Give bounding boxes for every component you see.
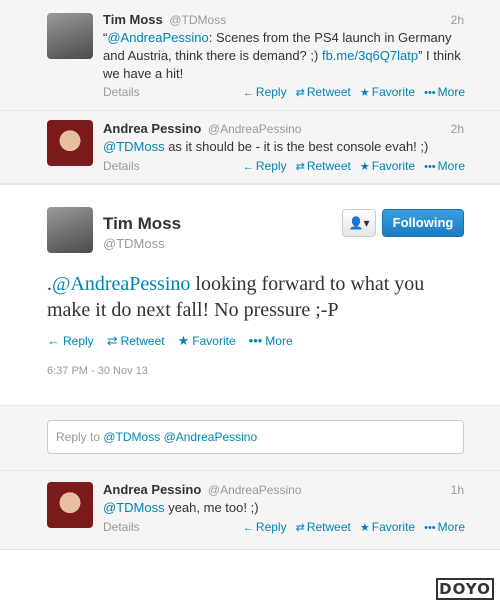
reply-label: Reply (255, 159, 287, 173)
tweet-item[interactable]: Tim Moss @TDMoss 2h “@AndreaPessino: Sce… (0, 0, 500, 111)
tweet-text: @TDMoss yeah, me too! ;) (103, 499, 463, 517)
tweet-text-body: yeah, me too! ;) (164, 500, 259, 515)
favorite-label: Favorite (371, 159, 416, 173)
favorite-button[interactable]: ★ Favorite (360, 520, 415, 534)
retweet-button[interactable]: ⇄ Retweet (296, 159, 351, 173)
tweet-item[interactable]: Andrea Pessino @AndreaPessino 2h @TDMoss… (0, 111, 500, 184)
more-button[interactable]: ••• More (424, 159, 465, 173)
tweet-actions: Details ← Reply ⇄ Retweet ★ Favorite ••• Mor… (103, 159, 465, 173)
watermark-logo: DOYO (436, 578, 494, 600)
user-icon: 👤 (348, 216, 364, 230)
tweet-author-handle[interactable]: @AndreaPessino (208, 483, 302, 497)
reply-button[interactable]: ← Reply (243, 159, 287, 173)
retweet-icon: ⇄ (106, 333, 118, 348)
reply-label: Reply (255, 85, 287, 99)
reply-mention: @TDMoss (103, 430, 161, 444)
retweet-label: Retweet (306, 520, 351, 534)
more-label: More (265, 334, 293, 348)
tweet-author-handle[interactable]: @AndreaPessino (208, 122, 302, 136)
tweet-author-handle[interactable]: @TDMoss (169, 13, 226, 27)
retweet-button[interactable]: ⇄ Retweet (107, 333, 165, 349)
more-label: More (437, 159, 465, 173)
retweet-label: Retweet (120, 334, 165, 348)
avatar[interactable] (47, 207, 93, 253)
reply-icon: ← (242, 522, 254, 534)
tweet-text: @TDMoss as it should be - it is the best… (103, 138, 463, 156)
retweet-button[interactable]: ⇄ Retweet (296, 520, 351, 534)
tweet-actions: Details ← Reply ⇄ Retweet ★ Favorite ••• Mor… (103, 85, 465, 99)
details-link[interactable]: Details (103, 520, 234, 534)
reply-placeholder: Reply to (56, 430, 104, 444)
expanded-tweet: Tim Moss @TDMoss 👤▾ Following .@AndreaPe… (0, 184, 500, 406)
more-dots-icon: ••• (424, 161, 436, 173)
retweet-icon: ⇄ (295, 522, 305, 534)
retweet-label: Retweet (306, 85, 351, 99)
tweet-time[interactable]: 2h (451, 122, 464, 136)
more-button[interactable]: ••• More (424, 85, 465, 99)
reply-icon: ← (47, 333, 60, 348)
tweet-author-name[interactable]: Tim Moss (103, 214, 181, 234)
star-icon: ★ (359, 87, 370, 99)
more-button[interactable]: ••• More (424, 520, 465, 534)
tweet-time[interactable]: 2h (451, 13, 464, 27)
reply-button[interactable]: ← Reply (47, 333, 94, 349)
favorite-label: Favorite (192, 334, 236, 348)
retweet-button[interactable]: ⇄ Retweet (296, 85, 351, 99)
tweet-time[interactable]: 1h (451, 483, 464, 497)
reply-label: Reply (63, 334, 94, 348)
tweet-timestamp[interactable]: 6:37 PM - 30 Nov 13 (47, 365, 148, 377)
favorite-label: Favorite (371, 520, 416, 534)
favorite-button[interactable]: ★ Favorite (360, 159, 415, 173)
tweet-author-name[interactable]: Andrea Pessino (103, 121, 201, 136)
reply-button[interactable]: ← Reply (243, 520, 287, 534)
star-icon: ★ (359, 161, 370, 173)
reply-icon: ← (242, 87, 254, 99)
avatar[interactable] (47, 120, 93, 166)
favorite-button[interactable]: ★ Favorite (360, 85, 415, 99)
reply-button[interactable]: ← Reply (243, 85, 287, 99)
retweet-icon: ⇄ (295, 161, 305, 173)
reply-input[interactable]: Reply to @TDMoss @AndreaPessino (47, 420, 464, 454)
more-button[interactable]: ••• More (249, 333, 293, 349)
more-label: More (437, 520, 465, 534)
star-icon: ★ (359, 522, 370, 534)
avatar[interactable] (47, 13, 93, 59)
reply-label: Reply (255, 520, 287, 534)
details-link[interactable]: Details (103, 159, 234, 173)
mention-link[interactable]: @AndreaPessino (52, 273, 190, 295)
tweet-text: “@AndreaPessino: Scenes from the PS4 lau… (103, 29, 463, 83)
tweet-author-name[interactable]: Tim Moss (103, 12, 163, 27)
tweet-author-handle[interactable]: @TDMoss (103, 236, 165, 251)
tweet-actions: Details ← Reply ⇄ Retweet ★ Favorite ••• Mor… (103, 520, 465, 534)
favorite-button[interactable]: ★ Favorite (178, 333, 236, 349)
more-dots-icon: ••• (248, 333, 263, 348)
mention-link[interactable]: @TDMoss (103, 500, 165, 515)
star-icon: ★ (177, 333, 190, 348)
mention-link[interactable]: @AndreaPessino (107, 30, 208, 45)
tweet-text-body: as it should be - it is the best console… (164, 139, 429, 154)
more-dots-icon: ••• (424, 87, 436, 99)
more-dots-icon: ••• (424, 522, 436, 534)
tweet-author-name[interactable]: Andrea Pessino (103, 482, 201, 497)
reply-area: Reply to @TDMoss @AndreaPessino (0, 406, 500, 470)
avatar[interactable] (47, 482, 93, 528)
following-button[interactable]: Following (382, 209, 464, 237)
reply-mention: @AndreaPessino (163, 430, 258, 444)
mention-link[interactable]: @TDMoss (103, 139, 165, 154)
url-link[interactable]: fb.me/3q6Q7latp (322, 48, 418, 63)
tweet-header: Andrea Pessino @AndreaPessino (103, 482, 301, 497)
tweet-item[interactable]: Andrea Pessino @AndreaPessino 1h @TDMoss… (0, 470, 500, 550)
tweet-actions: ← Reply ⇄ Retweet ★ Favorite ••• More (47, 333, 306, 349)
user-actions-button[interactable]: 👤▾ (342, 209, 376, 237)
retweet-icon: ⇄ (295, 87, 305, 99)
tweet-header: Andrea Pessino @AndreaPessino (103, 121, 301, 136)
reply-icon: ← (242, 161, 254, 173)
more-label: More (437, 85, 465, 99)
favorite-label: Favorite (371, 85, 416, 99)
retweet-label: Retweet (306, 159, 351, 173)
tweet-text: .@AndreaPessino looking forward to what … (47, 271, 467, 323)
details-link[interactable]: Details (103, 85, 234, 99)
tweet-header: Tim Moss @TDMoss (103, 12, 226, 27)
